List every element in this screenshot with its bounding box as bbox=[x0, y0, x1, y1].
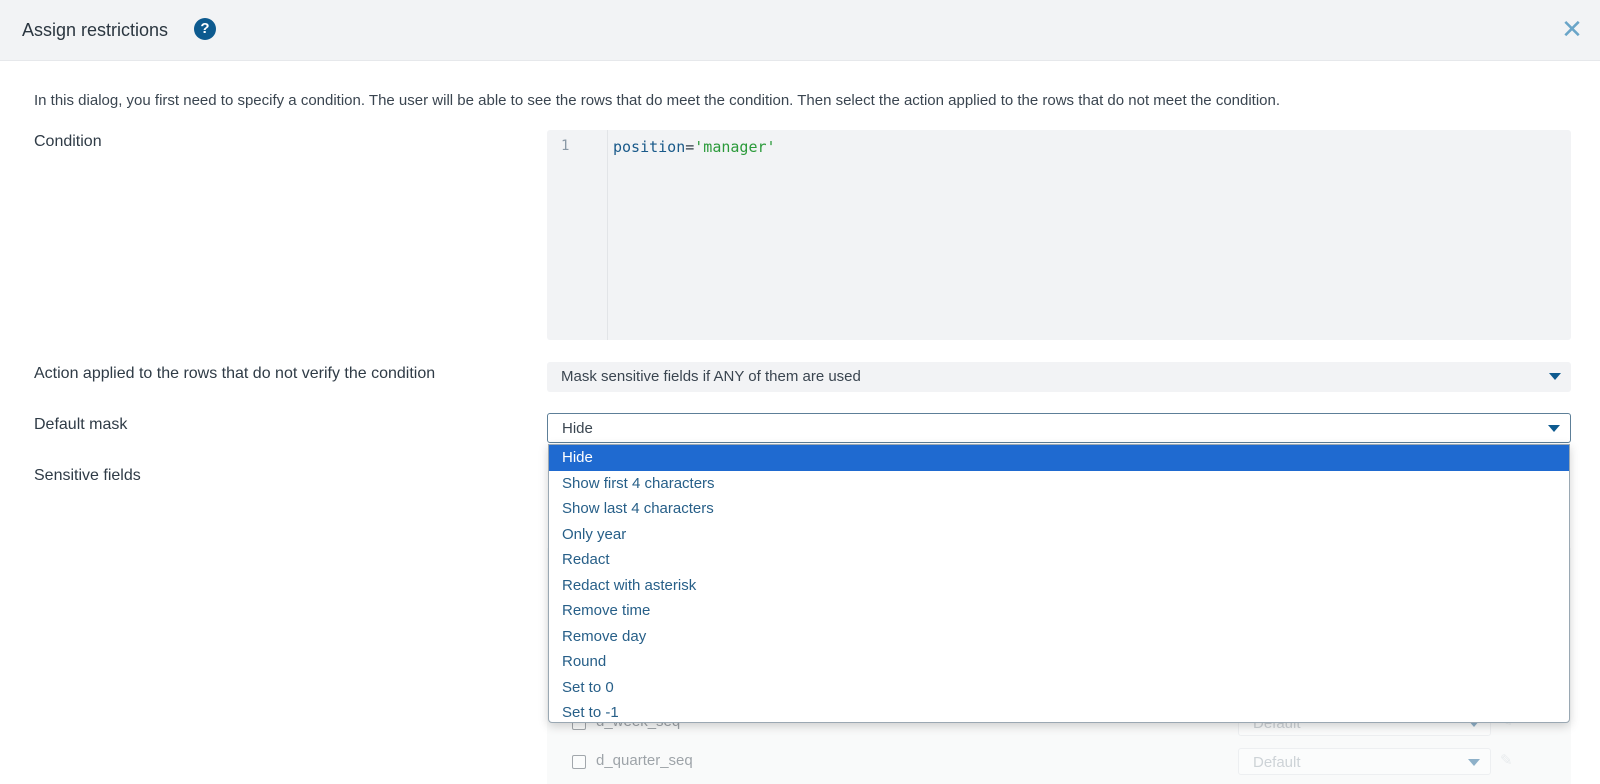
field-name: d_quarter_seq bbox=[596, 752, 693, 769]
dropdown-option-show-first-4[interactable]: Show first 4 characters bbox=[549, 471, 1569, 497]
caret-down-icon bbox=[1549, 373, 1561, 380]
editor-gutter: 1 bbox=[547, 130, 608, 340]
dropdown-option-only-year[interactable]: Only year bbox=[549, 522, 1569, 548]
dropdown-option-show-last-4[interactable]: Show last 4 characters bbox=[549, 496, 1569, 522]
dropdown-option-round[interactable]: Round bbox=[549, 649, 1569, 675]
field-mask-value: Default bbox=[1253, 754, 1301, 771]
caret-down-icon bbox=[1468, 759, 1480, 766]
default-mask-dropdown: Hide Show first 4 characters Show last 4… bbox=[548, 444, 1570, 723]
dialog-header: Assign restrictions ? ✕ bbox=[0, 0, 1600, 61]
dropdown-option-set-0[interactable]: Set to 0 bbox=[549, 675, 1569, 701]
dropdown-option-redact[interactable]: Redact bbox=[549, 547, 1569, 573]
default-mask-select[interactable]: Hide bbox=[547, 413, 1571, 443]
line-number: 1 bbox=[561, 138, 570, 154]
code-line[interactable]: position='manager' bbox=[613, 138, 776, 156]
condition-label: Condition bbox=[34, 133, 102, 150]
dropdown-option-set-minus-1[interactable]: Set to -1 bbox=[549, 700, 1569, 722]
dropdown-option-remove-time[interactable]: Remove time bbox=[549, 598, 1569, 624]
assign-restrictions-dialog: Assign restrictions ? ✕ In this dialog, … bbox=[0, 0, 1600, 784]
caret-down-icon bbox=[1548, 425, 1560, 432]
dropdown-option-hide[interactable]: Hide bbox=[549, 445, 1569, 471]
intro-text: In this dialog, you first need to specif… bbox=[34, 92, 1281, 109]
code-string: 'manager' bbox=[694, 138, 776, 156]
table-row: d_quarter_seq Default ✎ bbox=[547, 743, 1571, 781]
action-select-value: Mask sensitive fields if ANY of them are… bbox=[561, 368, 861, 385]
default-mask-label: Default mask bbox=[34, 416, 128, 433]
dropdown-option-redact-asterisk[interactable]: Redact with asterisk bbox=[549, 573, 1569, 599]
code-identifier: position bbox=[613, 138, 686, 156]
condition-editor[interactable]: 1 position='manager' bbox=[547, 130, 1571, 340]
code-operator: = bbox=[685, 138, 695, 156]
dropdown-option-remove-day[interactable]: Remove day bbox=[549, 624, 1569, 650]
default-mask-select-value: Hide bbox=[562, 420, 593, 437]
dialog-title: Assign restrictions bbox=[22, 20, 169, 40]
action-label: Action applied to the rows that do not v… bbox=[34, 365, 436, 382]
sensitive-fields-label: Sensitive fields bbox=[34, 467, 141, 484]
pencil-icon[interactable]: ✎ bbox=[1500, 751, 1513, 769]
field-mask-select[interactable]: Default bbox=[1238, 748, 1491, 775]
action-select[interactable]: Mask sensitive fields if ANY of them are… bbox=[547, 362, 1571, 392]
field-checkbox[interactable] bbox=[572, 755, 586, 769]
help-icon[interactable]: ? bbox=[194, 18, 216, 40]
close-icon[interactable]: ✕ bbox=[1561, 16, 1583, 42]
